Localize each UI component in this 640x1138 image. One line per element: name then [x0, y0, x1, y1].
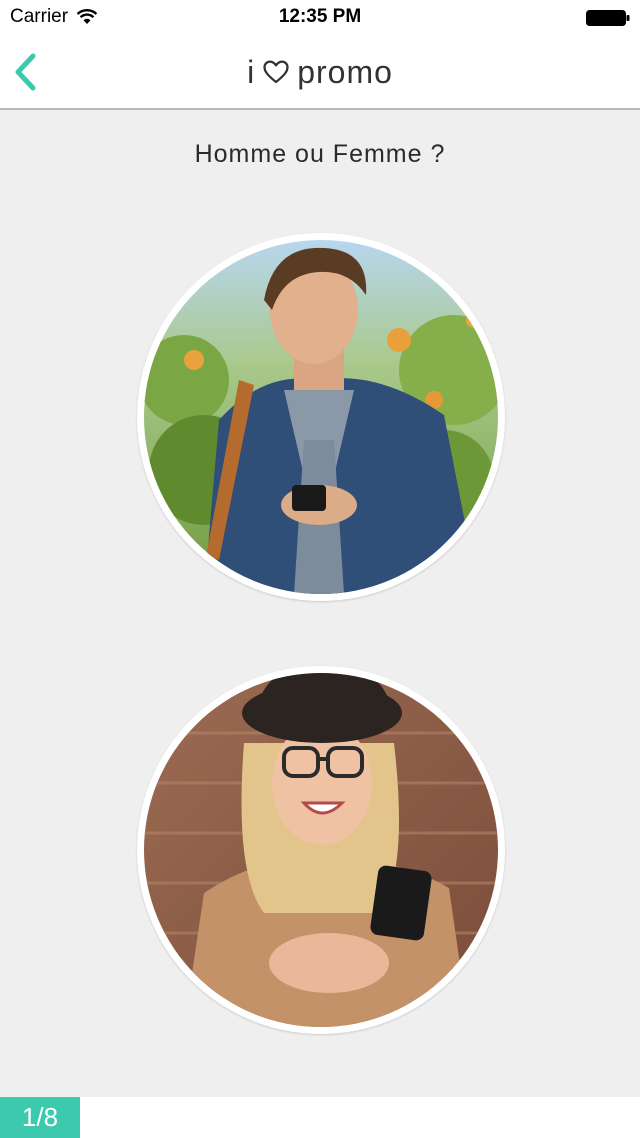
app-title: i promo	[0, 50, 640, 94]
man-choice-button[interactable]	[137, 233, 505, 601]
woman-choice-button[interactable]	[137, 666, 505, 1034]
woman-photo	[144, 673, 498, 1027]
app-title-prefix: i	[247, 53, 256, 90]
progress-badge: 1/8	[0, 1097, 80, 1138]
question-heading: Homme ou Femme ?	[194, 140, 446, 168]
status-bar: Carrier 12:35 PM	[0, 0, 640, 36]
status-time: 12:35 PM	[278, 6, 362, 27]
battery-full-icon	[586, 10, 630, 26]
man-photo	[144, 240, 498, 594]
footer: 1/8	[0, 1097, 640, 1138]
nav-bar: i promo	[0, 36, 640, 110]
heart-outline-icon	[263, 60, 289, 84]
app-title-suffix: promo	[297, 53, 393, 90]
